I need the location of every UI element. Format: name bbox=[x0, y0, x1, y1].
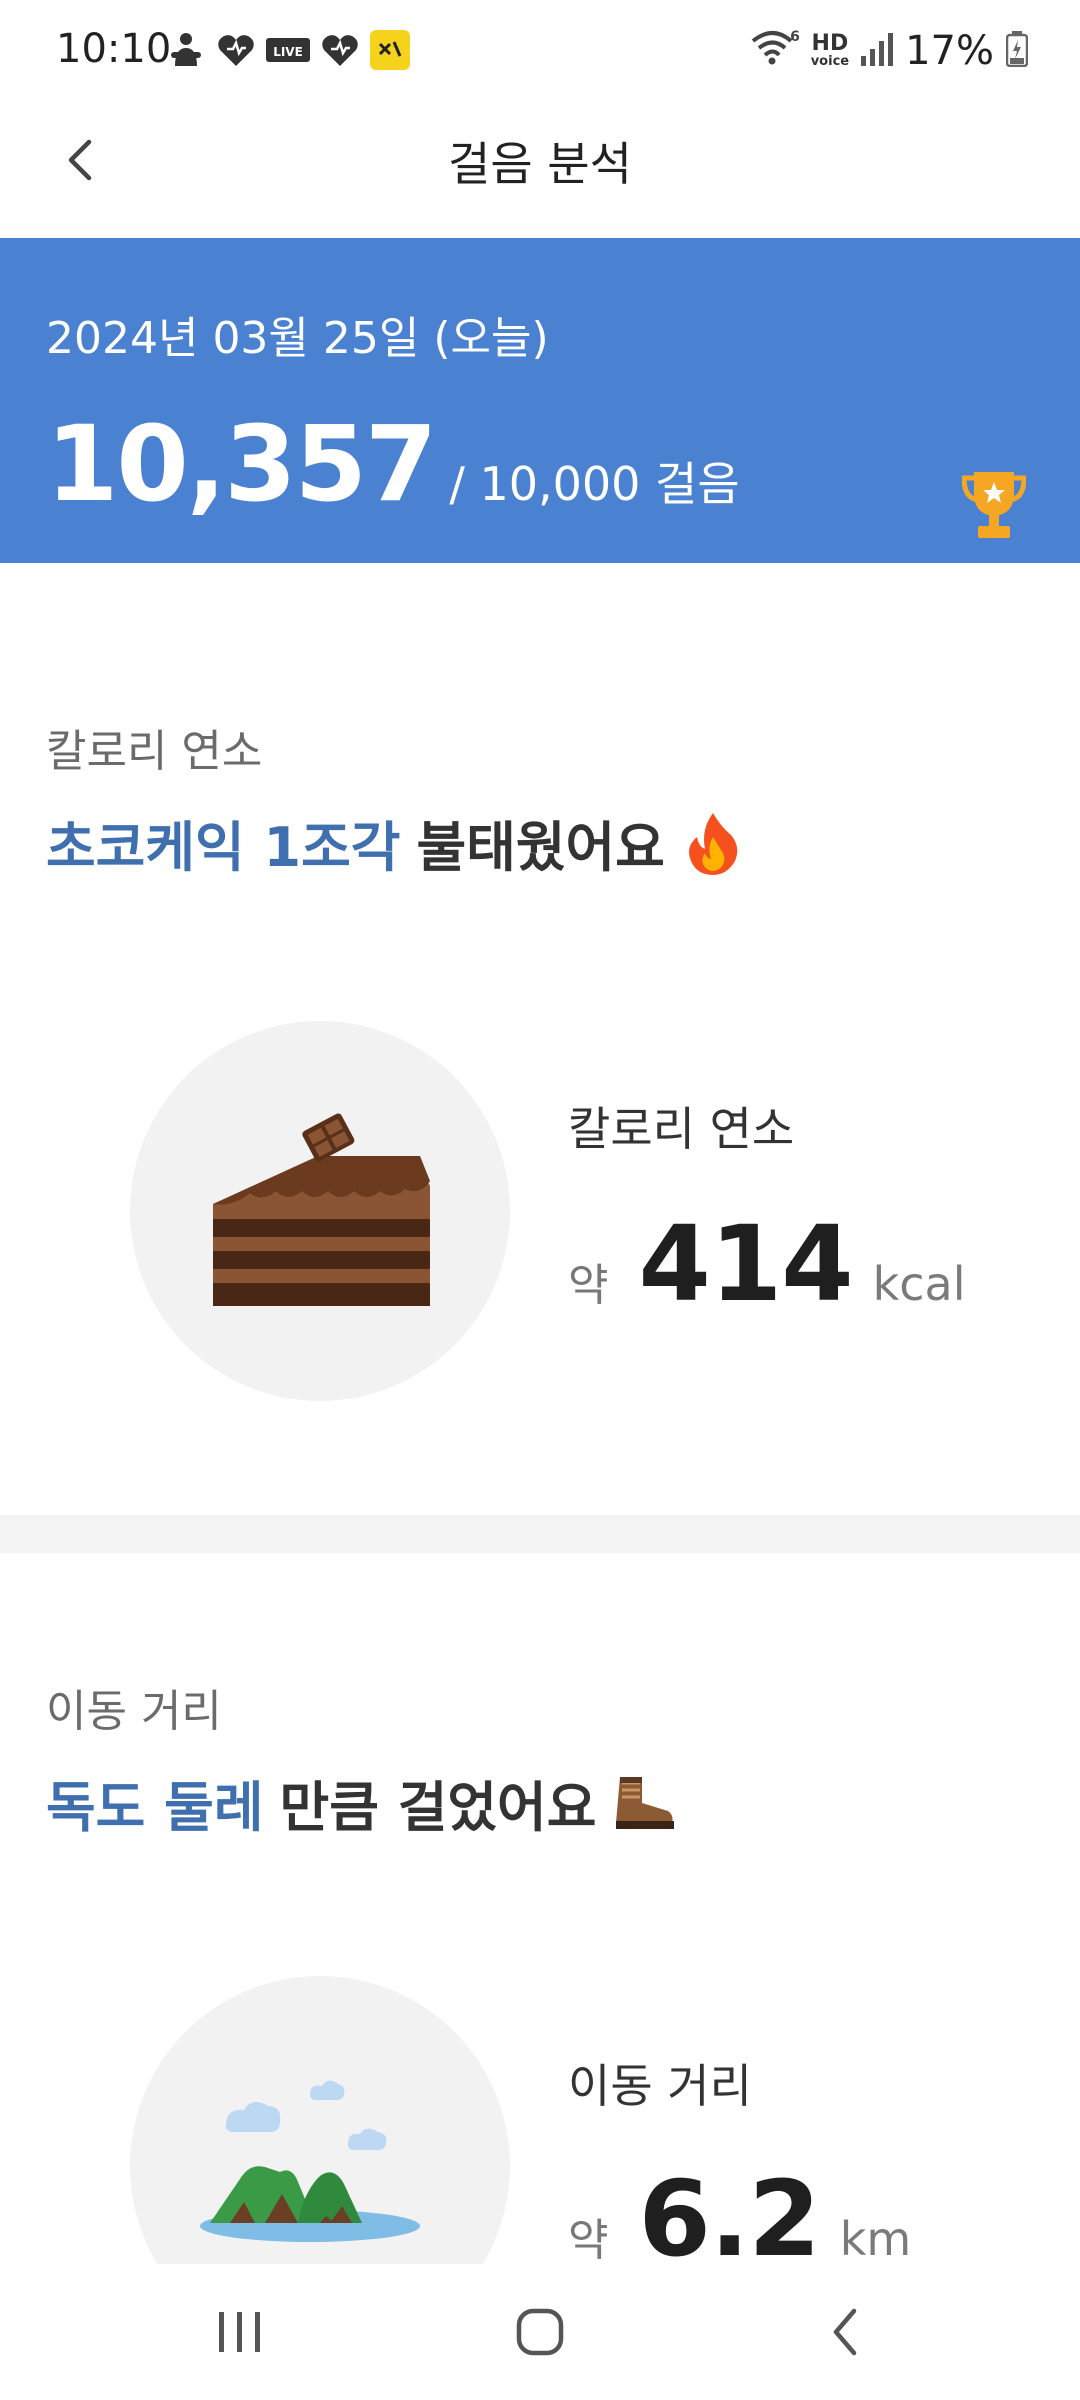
battery-percent: 17% bbox=[905, 28, 994, 74]
steps-row: 10,357 / 10,000 걸음 bbox=[46, 403, 740, 525]
nav-back-button[interactable] bbox=[800, 2294, 890, 2370]
distance-approx: 약 bbox=[568, 2215, 609, 2264]
island-illustration bbox=[130, 1976, 510, 2264]
trophy-icon bbox=[961, 468, 1027, 542]
wifi-label: 6 bbox=[790, 29, 799, 45]
calorie-unit: kcal bbox=[872, 1257, 966, 1311]
status-bar: 10:10 LIVE 6 HD voice 17% bbox=[0, 0, 1080, 100]
home-button[interactable] bbox=[495, 2294, 585, 2370]
recent-apps-button[interactable] bbox=[195, 2294, 285, 2370]
calorie-headline: 초코케익 1조각 불태웠어요 bbox=[46, 803, 745, 882]
home-icon bbox=[516, 2308, 564, 2356]
wifi-icon: 6 bbox=[751, 29, 800, 73]
distance-stat-value-row: 약 6.2 km bbox=[568, 2158, 911, 2264]
calorie-stat-value-row: 약 414 kcal bbox=[568, 1203, 965, 1325]
notification-icons: LIVE bbox=[166, 28, 410, 72]
signal-icon bbox=[861, 32, 894, 70]
distance-section-label: 이동 거리 bbox=[46, 1686, 222, 1737]
voice-label: voice bbox=[810, 54, 850, 69]
distance-stat-label: 이동 거리 bbox=[568, 2059, 752, 2113]
distance-unit: km bbox=[839, 2212, 912, 2264]
steps-goal: / 10,000 걸음 bbox=[449, 457, 740, 511]
person-icon bbox=[166, 30, 206, 70]
calorie-stat-label: 칼로리 연소 bbox=[568, 1102, 795, 1156]
calorie-headline-rest: 불태웠어요 bbox=[416, 816, 665, 879]
calorie-approx: 약 bbox=[568, 1260, 609, 1311]
steps-count: 10,357 bbox=[46, 403, 437, 525]
distance-section: 이동 거리 독도 둘레 만큼 걸었어요 이동 거리 약 6.2 km bbox=[0, 1553, 1080, 2264]
hd-voice-icon: HD voice bbox=[811, 33, 849, 69]
steps-summary-banner: 2024년 03월 25일 (오늘) 10,357 / 10,000 걸음 bbox=[0, 238, 1080, 563]
page-title: 걸음 분석 bbox=[448, 137, 632, 191]
fire-icon bbox=[681, 811, 745, 875]
app-badge-icon bbox=[370, 30, 410, 70]
distance-headline-accent: 독도 둘레 bbox=[46, 1776, 264, 1839]
calorie-value: 414 bbox=[638, 1203, 853, 1325]
distance-headline: 독도 둘레 만큼 걸었어요 bbox=[46, 1763, 676, 1842]
hiking-boot-icon bbox=[612, 1771, 676, 1835]
system-status-icons: 6 HD voice 17% bbox=[751, 28, 1029, 74]
distance-value: 6.2 bbox=[638, 2158, 820, 2264]
system-nav-bar bbox=[0, 2264, 1080, 2400]
calorie-section-label: 칼로리 연소 bbox=[46, 726, 263, 777]
distance-headline-rest: 만큼 걸었어요 bbox=[279, 1776, 597, 1839]
island-icon bbox=[200, 2080, 420, 2242]
back-icon bbox=[833, 2308, 857, 2356]
summary-date: 2024년 03월 25일 (오늘) bbox=[46, 313, 549, 364]
heart-bolt-icon bbox=[320, 30, 360, 70]
calorie-headline-accent: 초코케익 1조각 bbox=[46, 816, 401, 879]
app-header: 걸음 분석 bbox=[0, 100, 1080, 238]
section-divider bbox=[0, 1515, 1080, 1553]
chocolate-cake-icon bbox=[213, 1113, 430, 1306]
recent-apps-icon bbox=[219, 2312, 260, 2352]
calorie-section: 칼로리 연소 초코케익 1조각 불태웠어요 칼로리 연소 약 414 kcal bbox=[0, 563, 1080, 1515]
battery-icon bbox=[1005, 31, 1029, 71]
hd-label: HD bbox=[811, 31, 849, 56]
heart-bolt-icon bbox=[216, 30, 256, 70]
live-badge-label: LIVE bbox=[273, 45, 303, 59]
live-badge-icon: LIVE bbox=[266, 30, 310, 70]
cake-illustration bbox=[130, 1021, 510, 1401]
status-time: 10:10 bbox=[56, 26, 172, 72]
